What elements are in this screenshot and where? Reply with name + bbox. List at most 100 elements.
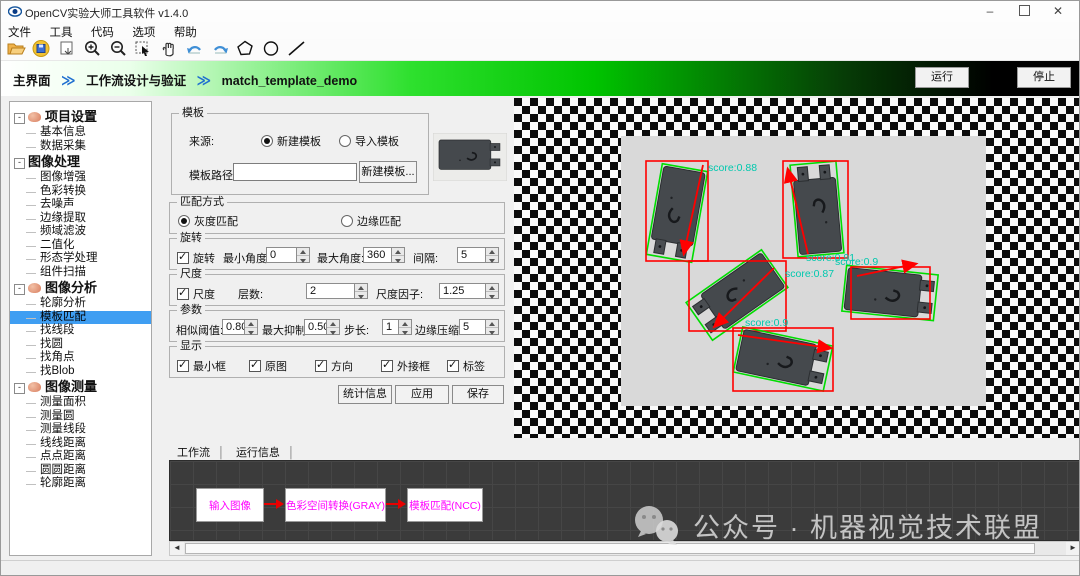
label-checkbox[interactable]: 标签	[447, 358, 485, 374]
stats-button[interactable]: 统计信息	[338, 385, 392, 404]
tree-item-find-blob[interactable]: 找Blob	[10, 365, 151, 379]
tree-item-morphology[interactable]: 形态学处理	[10, 252, 151, 266]
gap-spinner[interactable]: 5	[457, 247, 499, 263]
tree-item-freq-filter[interactable]: 频域滤波	[10, 225, 151, 239]
maximize-button[interactable]	[1007, 1, 1041, 22]
tree-item-measure-circle[interactable]: 测量圆	[10, 410, 151, 424]
tree-item-image-enhance[interactable]: 图像增强	[10, 171, 151, 185]
tab-workflow[interactable]: 工作流	[169, 442, 218, 460]
spin-down-icon[interactable]	[297, 256, 309, 263]
save-button[interactable]	[31, 39, 52, 59]
spin-down-icon[interactable]	[486, 328, 498, 335]
select-button[interactable]	[133, 39, 154, 59]
polygon-button[interactable]	[235, 39, 256, 59]
tree-item-binarize[interactable]: 二值化	[10, 239, 151, 253]
spin-up-icon[interactable]	[486, 320, 498, 328]
minimize-button[interactable]: –	[973, 1, 1007, 22]
spin-down-icon[interactable]	[392, 256, 404, 263]
bbox-checkbox[interactable]: 外接框	[381, 358, 430, 374]
open-folder-button[interactable]	[6, 39, 27, 59]
line-button[interactable]	[286, 39, 307, 59]
radio-new-template[interactable]: 新建模板	[261, 133, 321, 149]
scale-checkbox[interactable]: 尺度	[177, 286, 215, 302]
collapse-icon[interactable]: -	[14, 383, 25, 394]
node-template-match[interactable]: 模板匹配(NCC)	[407, 488, 483, 522]
zoom-in-button[interactable]	[82, 39, 103, 59]
zoom-out-button[interactable]	[108, 39, 129, 59]
circle-button[interactable]	[261, 39, 282, 59]
pan-button[interactable]	[159, 39, 180, 59]
minbox-checkbox[interactable]: 最小框	[177, 358, 226, 374]
tree-group-image-analysis[interactable]: -图像分析	[10, 279, 151, 297]
snapshot-button[interactable]	[57, 39, 78, 59]
spin-down-icon[interactable]	[399, 328, 411, 335]
min-angle-spinner[interactable]: 0	[266, 247, 310, 263]
tree-item-find-circle[interactable]: 找圆	[10, 338, 151, 352]
tree-item-component-scan[interactable]: 组件扫描	[10, 266, 151, 280]
spin-up-icon[interactable]	[392, 248, 404, 256]
tree-item-denoise[interactable]: 去噪声	[10, 198, 151, 212]
template-path-input[interactable]	[233, 163, 357, 181]
tree-item-color-convert[interactable]: 色彩转换	[10, 185, 151, 199]
node-input-image[interactable]: 输入图像	[196, 488, 264, 522]
rotate-left-button[interactable]	[184, 39, 205, 59]
tree-item-find-line[interactable]: 找线段	[10, 324, 151, 338]
new-template-button[interactable]: 新建模板...	[359, 161, 417, 183]
spin-up-icon[interactable]	[327, 320, 339, 328]
rotation-checkbox[interactable]: 旋转	[177, 250, 215, 266]
tree-item-point-point-dist[interactable]: 点点距离	[10, 450, 151, 464]
spin-up-icon[interactable]	[297, 248, 309, 256]
node-color-convert[interactable]: 色彩空间转换(GRAY)	[285, 488, 386, 522]
spin-up-icon[interactable]	[486, 248, 498, 256]
collapse-icon[interactable]: -	[14, 158, 25, 169]
original-checkbox[interactable]: 原图	[249, 358, 287, 374]
step-spinner[interactable]: 1	[382, 319, 412, 335]
close-button[interactable]: ✕	[1041, 1, 1075, 22]
radio-gray-match[interactable]: 灰度匹配	[178, 213, 238, 229]
stop-button[interactable]: 停止	[1017, 67, 1071, 88]
tree-item-find-corner[interactable]: 找角点	[10, 351, 151, 365]
save-result-button[interactable]: 保存	[452, 385, 504, 404]
edge-compress-spinner[interactable]: 5	[459, 319, 499, 335]
radio-edge-match[interactable]: 边缘匹配	[341, 213, 401, 229]
tree-item-measure-segment[interactable]: 测量线段	[10, 423, 151, 437]
collapse-icon[interactable]: -	[14, 284, 25, 295]
spin-down-icon[interactable]	[486, 256, 498, 263]
tree-item-circle-circle-dist[interactable]: 圆圆距离	[10, 464, 151, 478]
tree-group-image-measure[interactable]: -图像测量	[10, 378, 151, 396]
run-button[interactable]: 运行	[915, 67, 969, 88]
tree-item-template-match[interactable]: 模板匹配	[10, 311, 151, 325]
scroll-left-icon[interactable]: ◄	[170, 542, 184, 555]
spin-down-icon[interactable]	[486, 292, 498, 299]
tree-item-basic-info[interactable]: 基本信息	[10, 126, 151, 140]
collapse-icon[interactable]: -	[14, 113, 25, 124]
max-angle-spinner[interactable]: 360	[363, 247, 405, 263]
tree-group-image-processing[interactable]: -图像处理	[10, 153, 151, 171]
rotate-right-button[interactable]	[210, 39, 231, 59]
tree-item-measure-area[interactable]: 测量面积	[10, 396, 151, 410]
nms-spinner[interactable]: 0.50	[304, 319, 340, 335]
tree-item-edge-extract[interactable]: 边缘提取	[10, 212, 151, 226]
tree-group-project-settings[interactable]: -项目设置	[10, 108, 151, 126]
tree-item-data-capture[interactable]: 数据采集	[10, 140, 151, 154]
spin-up-icon[interactable]	[486, 284, 498, 292]
radio-import-template[interactable]: 导入模板	[339, 133, 399, 149]
tree-item-contour-dist[interactable]: 轮廓距离	[10, 477, 151, 491]
spin-up-icon[interactable]	[399, 320, 411, 328]
spin-down-icon[interactable]	[355, 292, 367, 299]
similarity-spinner[interactable]: 0.80	[222, 319, 258, 335]
breadcrumb-workflow[interactable]: 工作流设计与验证	[86, 74, 186, 88]
image-viewer[interactable]: score:0.88 score:0.91 score:0.87 score:0…	[514, 98, 1080, 438]
spin-up-icon[interactable]	[245, 320, 257, 328]
breadcrumb-home[interactable]: 主界面	[13, 74, 51, 88]
apply-button[interactable]: 应用	[395, 385, 449, 404]
tree-item-contour-analysis[interactable]: 轮廓分析	[10, 297, 151, 311]
spin-down-icon[interactable]	[245, 328, 257, 335]
tree-item-line-line-dist[interactable]: 线线距离	[10, 437, 151, 451]
spin-down-icon[interactable]	[327, 328, 339, 335]
tab-run-info[interactable]: 运行信息	[228, 442, 288, 460]
layers-spinner[interactable]: 2	[306, 283, 368, 299]
scale-factor-spinner[interactable]: 1.25	[439, 283, 499, 299]
spin-up-icon[interactable]	[355, 284, 367, 292]
direction-checkbox[interactable]: 方向	[315, 358, 353, 374]
